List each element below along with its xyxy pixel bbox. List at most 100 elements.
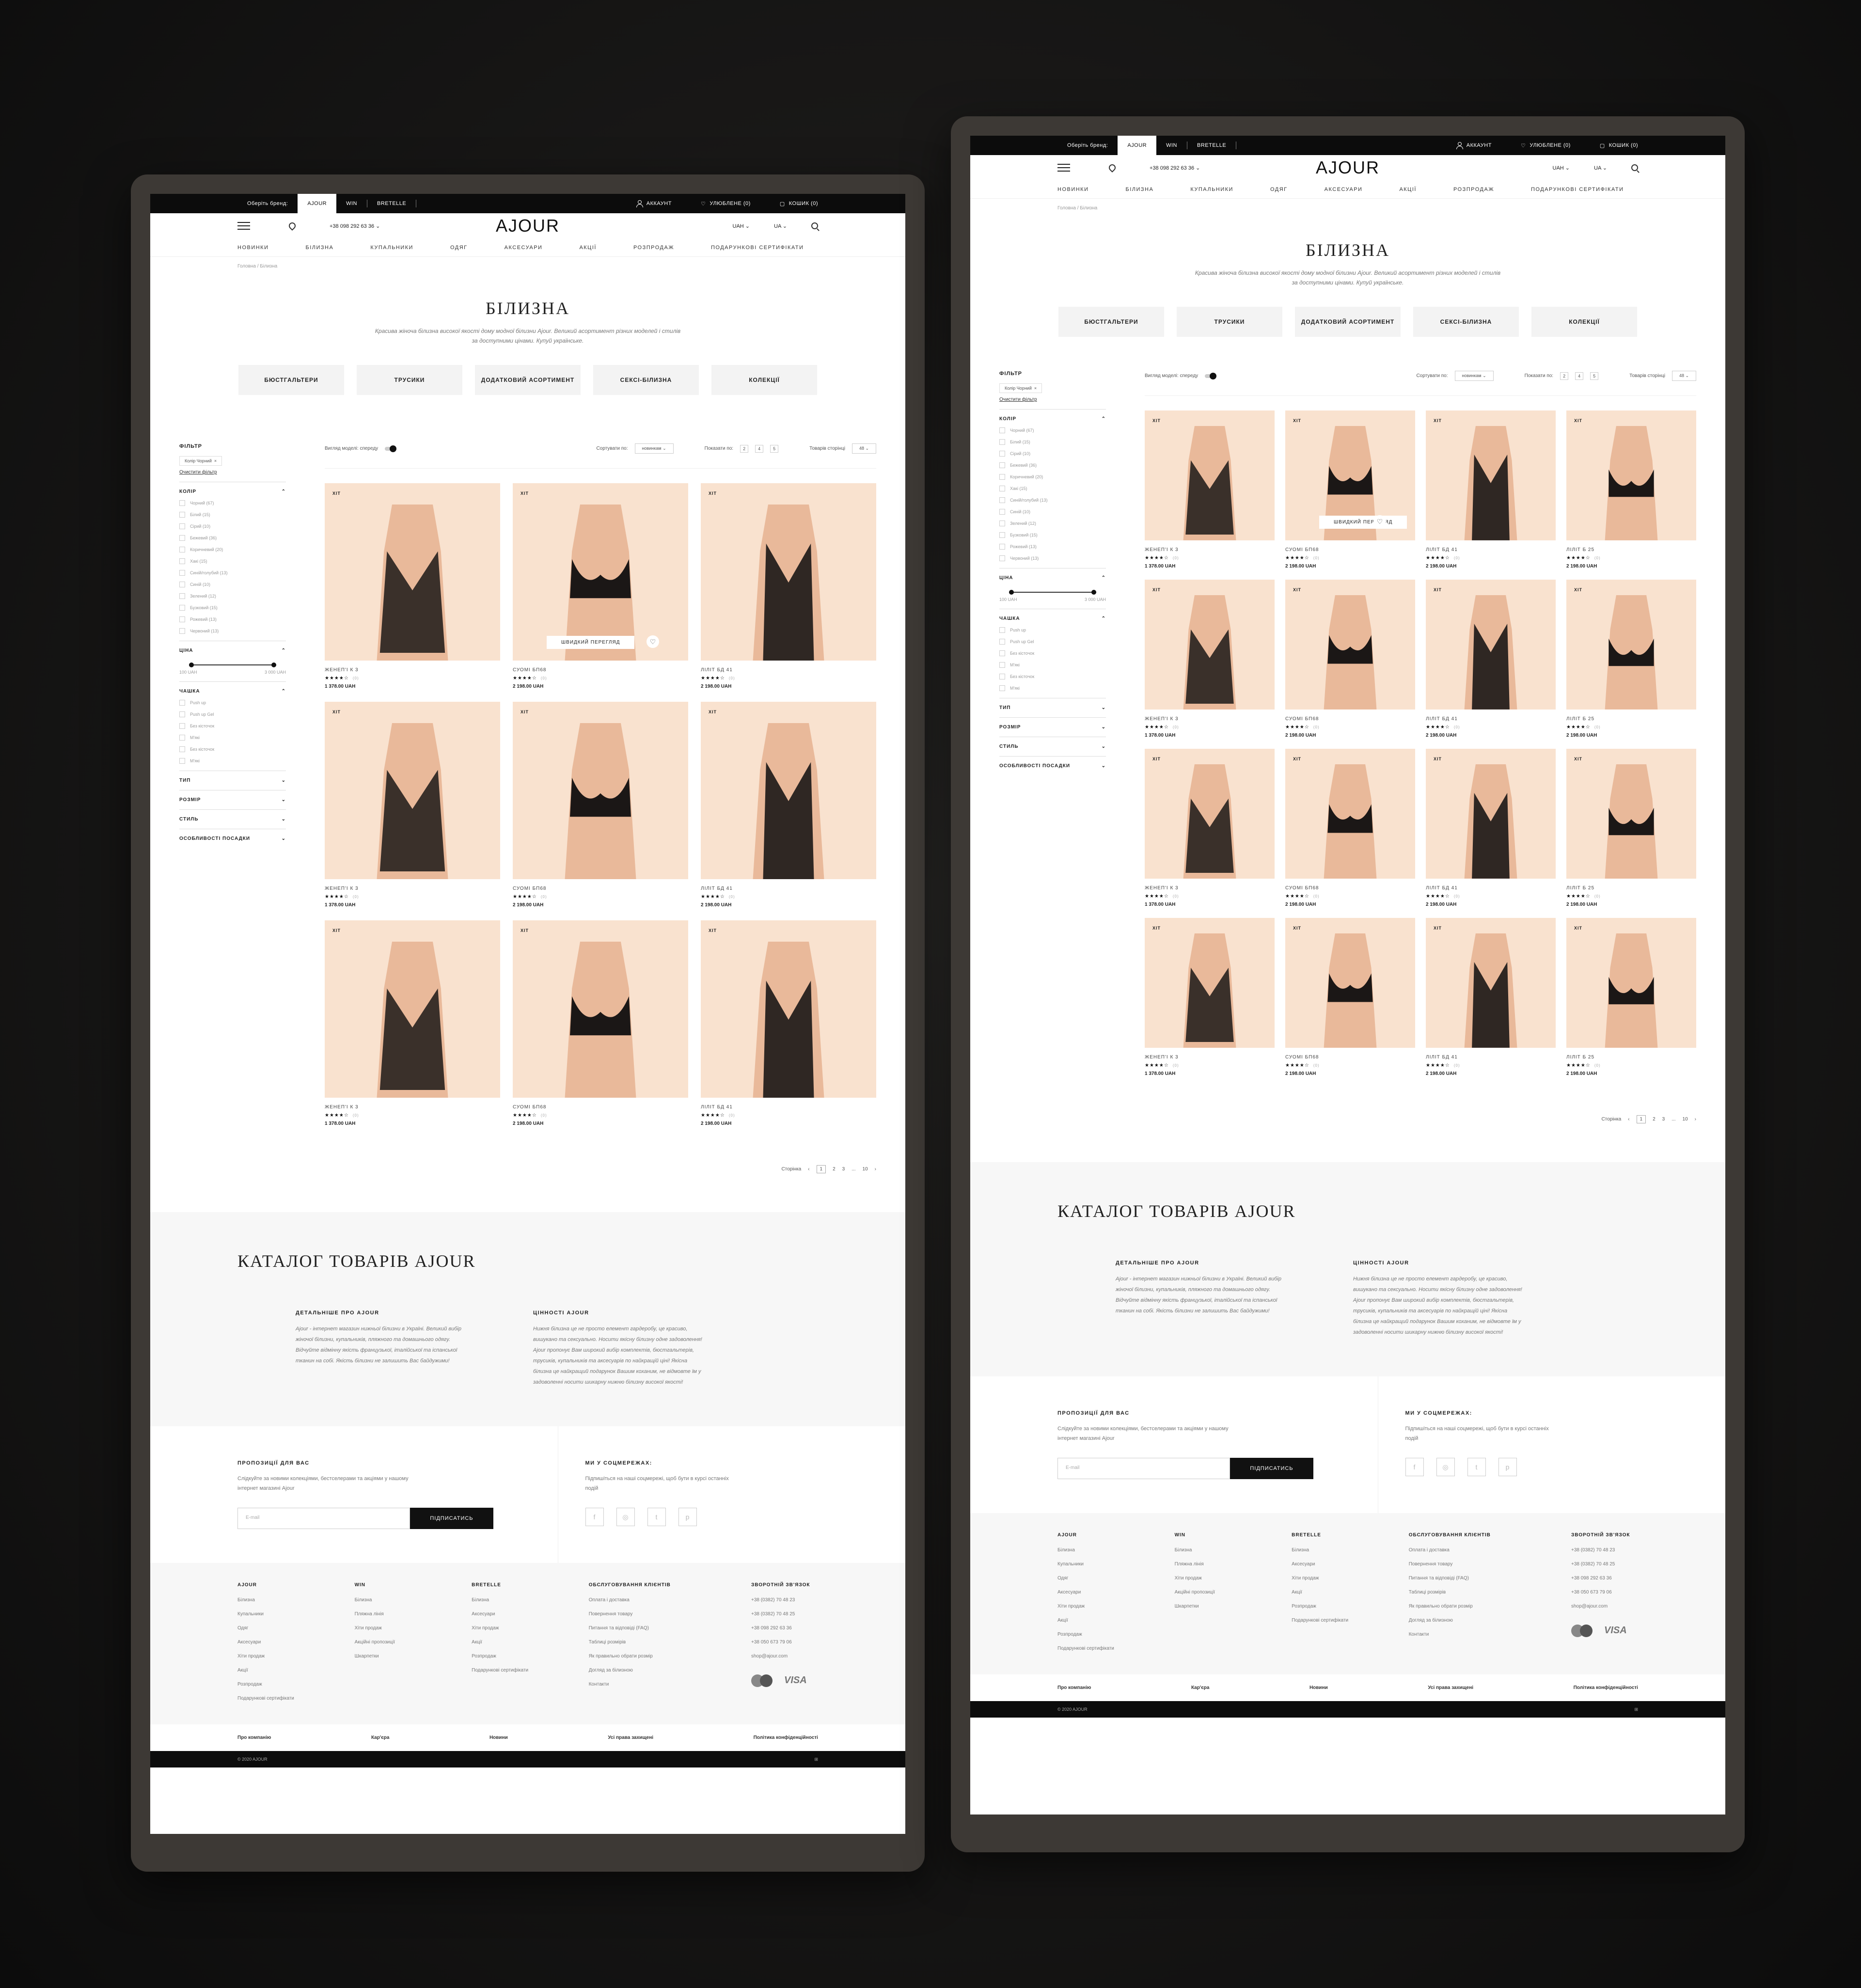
footer-bottom-link[interactable]: Кар'єра bbox=[1191, 1685, 1209, 1690]
nav-item[interactable]: ОДЯГ bbox=[1270, 187, 1288, 192]
product-image[interactable]: ХІТ bbox=[1285, 918, 1415, 1048]
category-button[interactable]: ТРУСИКИ bbox=[1177, 307, 1282, 337]
category-button[interactable]: БЮСТГАЛЬТЕРИ bbox=[238, 365, 344, 395]
color-option[interactable]: Бузковий (15) bbox=[179, 605, 286, 611]
checkbox[interactable] bbox=[999, 462, 1005, 468]
checkbox[interactable] bbox=[179, 605, 185, 611]
footer-link[interactable]: Хіти продаж bbox=[1292, 1576, 1409, 1581]
footer-link[interactable]: Білизна bbox=[355, 1597, 472, 1603]
color-option[interactable]: Білий (15) bbox=[179, 512, 286, 518]
brand-tab-win[interactable]: WIN bbox=[1156, 136, 1187, 155]
product-name[interactable]: СУОМІ БП68 bbox=[513, 1104, 688, 1110]
menu-icon[interactable] bbox=[1057, 164, 1070, 172]
product-name[interactable]: ЛІЛІТ Б 25 bbox=[1566, 1055, 1696, 1060]
color-option[interactable]: Бузковий (15) bbox=[999, 532, 1106, 538]
checkbox[interactable] bbox=[999, 555, 1005, 561]
color-option[interactable]: Зелений (12) bbox=[999, 521, 1106, 526]
checkbox[interactable] bbox=[999, 427, 1005, 433]
brand-tab-ajour[interactable]: AJOUR bbox=[298, 194, 337, 213]
footer-bottom-link[interactable]: Усі права захищені bbox=[1428, 1685, 1473, 1690]
checkbox[interactable] bbox=[179, 735, 185, 741]
footer-link[interactable]: +38 (0382) 70 48 23 bbox=[751, 1597, 818, 1603]
color-option[interactable]: Бежевий (36) bbox=[179, 535, 286, 541]
footer-link[interactable]: Таблиці розмірів bbox=[589, 1640, 751, 1645]
product-card[interactable]: ХІТ ЖЕНЕП'І К 3 ★★★★☆ (0) 1 378.00 UAH bbox=[1145, 918, 1275, 1076]
cup-option[interactable]: Push up Gel bbox=[999, 639, 1106, 645]
logo[interactable]: AJOUR bbox=[1316, 158, 1380, 178]
product-card[interactable]: ХІТ ЛІЛІТ БД 41 ★★★★☆ (0) 2 198.00 UAH bbox=[1426, 410, 1556, 569]
checkbox[interactable] bbox=[179, 500, 185, 506]
cup-option[interactable]: Без кісточок bbox=[179, 746, 286, 752]
product-name[interactable]: ЛІЛІТ БД 41 bbox=[1426, 1055, 1556, 1060]
category-button[interactable]: КОЛЕКЦІЇ bbox=[711, 365, 817, 395]
cart-link[interactable]: ▢ КОШИК (0) bbox=[1600, 142, 1638, 149]
product-card[interactable]: ХІТ ЛІЛІТ Б 25 ★★★★☆ (0) 2 198.00 UAH bbox=[1566, 410, 1696, 569]
cup-option[interactable]: Без кісточок bbox=[179, 723, 286, 729]
color-option[interactable]: Чорний (67) bbox=[179, 500, 286, 506]
checkbox[interactable] bbox=[179, 758, 185, 764]
footer-link[interactable]: Білизна bbox=[1292, 1547, 1409, 1553]
checkbox[interactable] bbox=[179, 547, 185, 552]
show-option[interactable]: 5 bbox=[1590, 372, 1599, 380]
close-icon[interactable]: × bbox=[214, 458, 217, 463]
product-name[interactable]: ЖЕНЕП'І К 3 bbox=[325, 667, 500, 673]
price-slider[interactable] bbox=[999, 587, 1106, 597]
product-name[interactable]: СУОМІ БП68 bbox=[1285, 885, 1415, 891]
footer-bottom-link[interactable]: Кар'єра bbox=[371, 1735, 389, 1740]
instagram-icon[interactable]: ◎ bbox=[1436, 1458, 1455, 1476]
cup-option[interactable]: М'які bbox=[999, 685, 1106, 691]
color-option[interactable]: Синій/голубий (13) bbox=[179, 570, 286, 576]
product-image[interactable]: ХІТ ШВИДКИЙ ПЕРЕГЛЯД ♡ bbox=[513, 483, 688, 661]
nav-item[interactable]: ОДЯГ bbox=[450, 245, 468, 251]
checkbox[interactable] bbox=[999, 532, 1005, 538]
checkbox[interactable] bbox=[179, 512, 185, 518]
checkbox[interactable] bbox=[999, 509, 1005, 515]
slider-handle-max[interactable] bbox=[1091, 590, 1096, 595]
nav-item[interactable]: НОВИНКИ bbox=[1057, 187, 1089, 192]
footer-link[interactable]: Аксесуари bbox=[237, 1640, 355, 1645]
cup-option[interactable]: М'які bbox=[179, 735, 286, 741]
nav-item[interactable]: БІЛИЗНА bbox=[1126, 187, 1154, 192]
checkbox[interactable] bbox=[179, 582, 185, 587]
page-number[interactable]: 10 bbox=[1683, 1117, 1688, 1122]
heart-icon[interactable]: ♡ bbox=[647, 635, 659, 648]
currency-select[interactable]: UAH ⌄ bbox=[1553, 165, 1570, 171]
page-number[interactable]: 3 bbox=[1662, 1117, 1665, 1122]
filter-group[interactable]: ОСОБЛИВОСТІ ПОСАДКИ ⌄ bbox=[999, 763, 1106, 769]
checkbox[interactable] bbox=[179, 700, 185, 706]
filter-group-cup[interactable]: ЧАШКА ⌃ bbox=[999, 616, 1106, 621]
footer-link[interactable]: +38 050 673 79 06 bbox=[751, 1640, 818, 1645]
product-card[interactable]: ХІТ СУОМІ БП68 ★★★★☆ (0) 2 198.00 UAH bbox=[1285, 580, 1415, 738]
checkbox[interactable] bbox=[999, 521, 1005, 526]
footer-link[interactable]: Купальники bbox=[1057, 1562, 1175, 1567]
phone-select[interactable]: +38 098 292 63 36 ⌄ bbox=[330, 223, 380, 229]
footer-link[interactable]: +38 050 673 79 06 bbox=[1571, 1590, 1638, 1595]
product-card[interactable]: ХІТ ЖЕНЕП'І К 3 ★★★★☆ (0) 1 378.00 UAH bbox=[1145, 410, 1275, 569]
color-option[interactable]: Білий (15) bbox=[999, 439, 1106, 445]
product-name[interactable]: ЛІЛІТ Б 25 bbox=[1566, 885, 1696, 891]
product-name[interactable]: СУОМІ БП68 bbox=[1285, 547, 1415, 552]
category-button[interactable]: ТРУСИКИ bbox=[357, 365, 462, 395]
product-image[interactable]: ХІТ ШВИДКИЙ ПЕРЕГЛЯД ♡ bbox=[1285, 410, 1415, 540]
checkbox[interactable] bbox=[179, 723, 185, 729]
show-option[interactable]: 2 bbox=[740, 444, 749, 453]
page-number[interactable]: ... bbox=[1672, 1117, 1675, 1122]
nav-item[interactable]: ПОДАРУНКОВІ СЕРТИФІКАТИ bbox=[1531, 187, 1624, 192]
category-button[interactable]: ДОДАТКОВИЙ АСОРТИМЕНТ bbox=[475, 365, 581, 395]
nav-item[interactable]: АКЦІЇ bbox=[1399, 187, 1417, 192]
product-name[interactable]: СУОМІ БП68 bbox=[1285, 1055, 1415, 1060]
footer-bottom-link[interactable]: Політика конфіденційності bbox=[754, 1735, 818, 1740]
product-image[interactable]: ХІТ bbox=[1285, 580, 1415, 710]
product-name[interactable]: ЛІЛІТ БД 41 bbox=[701, 886, 876, 891]
category-button[interactable]: БЮСТГАЛЬТЕРИ bbox=[1058, 307, 1164, 337]
filter-group[interactable]: РОЗМІР ⌄ bbox=[179, 797, 286, 803]
footer-link[interactable]: Таблиці розмірів bbox=[1409, 1590, 1571, 1595]
cup-option[interactable]: М'які bbox=[999, 662, 1106, 668]
page-number[interactable]: 2 bbox=[1653, 1117, 1656, 1122]
footer-link[interactable]: Хіти продаж bbox=[472, 1625, 589, 1631]
facebook-icon[interactable]: f bbox=[1405, 1458, 1424, 1476]
color-option[interactable]: Хакі (15) bbox=[179, 558, 286, 564]
footer-link[interactable]: +38 098 292 63 36 bbox=[1571, 1576, 1638, 1581]
footer-link[interactable]: Розпродаж bbox=[1292, 1604, 1409, 1609]
product-image[interactable]: ХІТ bbox=[1426, 749, 1556, 879]
